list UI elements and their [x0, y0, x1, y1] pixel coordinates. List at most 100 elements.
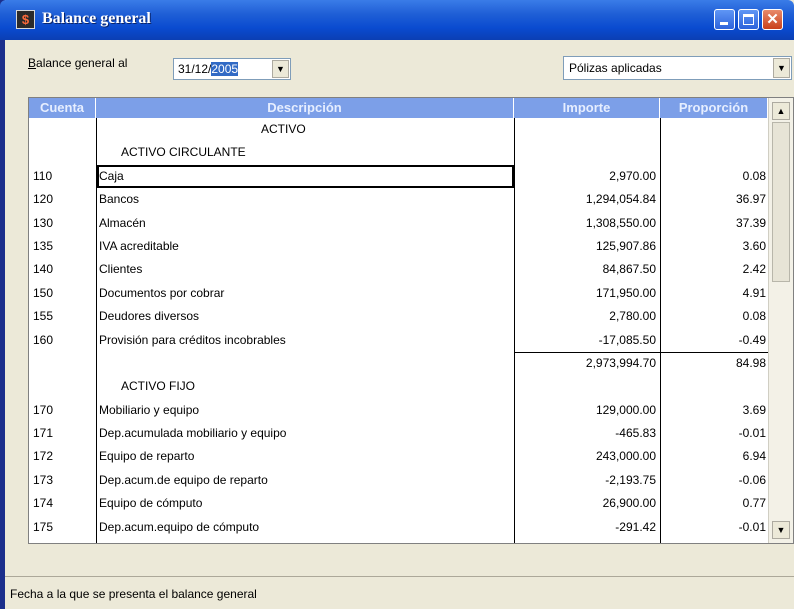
row-proporcion: -0.49 [738, 332, 766, 347]
selected-cell-focus[interactable] [97, 164, 514, 188]
date-year-selected: 2005 [211, 62, 239, 76]
polizas-select-value: Pólizas aplicadas [569, 61, 662, 75]
table-row[interactable]: 135 IVA acreditable 125,907.86 3.60 [29, 235, 768, 258]
table-row-heading[interactable]: ACTIVO FIJO [29, 375, 768, 398]
balance-date-label-mnemonic: B [28, 56, 37, 70]
row-importe: 2,780.00 [609, 309, 656, 324]
row-importe: 171,950.00 [595, 285, 656, 300]
row-cuenta: 175 [33, 519, 54, 534]
polizas-select[interactable]: Pólizas aplicadas ▼ [563, 56, 792, 80]
row-description: ACTIVO [261, 122, 306, 136]
row-proporcion: 3.69 [742, 402, 766, 417]
scroll-up-button[interactable]: ▲ [772, 102, 790, 120]
date-day-month: 31/12/ [178, 62, 212, 76]
row-description: Clientes [99, 262, 143, 277]
row-cuenta: 135 [33, 238, 54, 253]
window-title: Balance general [42, 10, 151, 27]
vertical-scrollbar[interactable]: ▲ ▼ [768, 98, 793, 543]
row-description: Dep.acum.de equipo de reparto [99, 472, 268, 487]
column-header-proporcion[interactable]: Proporción [660, 98, 768, 118]
row-proporcion: 0.77 [742, 496, 766, 511]
table-row[interactable]: 110 Caja 2,970.00 0.08 [29, 164, 768, 188]
table-row[interactable]: 172 Equipo de reparto 243,000.00 6.94 [29, 445, 768, 468]
row-cuenta: 174 [33, 496, 54, 511]
row-description: IVA acreditable [99, 238, 179, 253]
polizas-dropdown-button[interactable]: ▼ [773, 58, 790, 78]
column-header-importe[interactable]: Importe [514, 98, 660, 118]
minimize-icon [720, 22, 728, 25]
row-description: Dep.acumulada mobiliario y equipo [99, 426, 287, 441]
balance-date-label-text: alance general al [36, 56, 128, 70]
window-left-edge [0, 0, 5, 609]
title-bar[interactable]: $ Balance general ✕ [0, 0, 794, 40]
row-proporcion: 0.08 [742, 309, 766, 324]
minimize-button[interactable] [714, 9, 735, 30]
table-row[interactable]: 140 Clientes 84,867.50 2.42 [29, 258, 768, 281]
table-row[interactable]: 130 Almacén 1,308,550.00 37.39 [29, 212, 768, 235]
chevron-up-icon: ▲ [776, 106, 786, 116]
table-row[interactable]: 174 Equipo de cómputo 26,900.00 0.77 [29, 492, 768, 515]
row-importe: 125,907.86 [595, 238, 656, 253]
app-logo-icon[interactable]: $ [16, 10, 35, 29]
scroll-thumb[interactable] [772, 122, 790, 282]
balance-date-label: Balance general al [28, 56, 127, 70]
row-proporcion: 37.39 [735, 215, 766, 230]
row-description: ACTIVO CIRCULANTE [121, 145, 246, 160]
table-row[interactable]: 120 Bancos 1,294,054.84 36.97 [29, 188, 768, 211]
row-description: ACTIVO FIJO [121, 379, 196, 394]
table-row[interactable]: 160 Provisión para créditos incobrables … [29, 329, 768, 352]
row-description: Almacén [99, 215, 146, 230]
table-row-heading[interactable]: ACTIVO CIRCULANTE [29, 141, 768, 164]
row-description: Equipo de cómputo [99, 496, 203, 511]
row-importe: 26,900.00 [602, 496, 656, 511]
row-cuenta: 110 [33, 168, 53, 183]
close-icon: ✕ [766, 11, 779, 28]
table-row[interactable]: 175 Dep.acum.equipo de cómputo -291.42 -… [29, 516, 768, 539]
row-cuenta: 155 [33, 309, 54, 324]
status-bar: Fecha a la que se presenta el balance ge… [5, 576, 794, 609]
table-row[interactable]: 171 Dep.acumulada mobiliario y equipo -4… [29, 422, 768, 445]
row-importe: -2,193.75 [605, 472, 656, 487]
row-description: Mobiliario y equipo [99, 402, 200, 417]
balance-date-value[interactable]: 31/12/2005 [178, 62, 239, 76]
table-row[interactable]: 173 Dep.acum.de equipo de reparto -2,193… [29, 469, 768, 492]
row-description: Documentos por cobrar [99, 285, 225, 300]
row-description: Dep.acum.equipo de cómputo [99, 519, 260, 534]
maximize-icon [743, 14, 754, 25]
table-row[interactable]: 155 Deudores diversos 2,780.00 0.08 [29, 305, 768, 328]
row-cuenta: 171 [33, 426, 54, 441]
row-cuenta: 140 [33, 262, 54, 277]
row-proporcion: -0.01 [738, 519, 766, 534]
table-row[interactable]: 170 Mobiliario y equipo 129,000.00 3.69 [29, 399, 768, 422]
row-proporcion: 36.97 [735, 192, 766, 207]
table-row[interactable]: 150 Documentos por cobrar 171,950.00 4.9… [29, 282, 768, 305]
balance-date-picker[interactable]: 31/12/2005 ▼ [173, 58, 291, 80]
row-proporcion: -0.01 [738, 426, 766, 441]
row-proporcion: 6.94 [742, 449, 766, 464]
balance-window: $ Balance general ✕ Balance general al 3… [0, 0, 794, 609]
date-dropdown-button[interactable]: ▼ [272, 60, 289, 78]
table-row-subtotal[interactable]: 2,973,994.70 84.98 [29, 351, 768, 375]
subtotal-proporcion: 84.98 [735, 355, 766, 370]
row-cuenta: 160 [33, 332, 54, 347]
balance-grid[interactable]: Cuenta Descripción Importe Proporción AC… [28, 97, 794, 544]
row-description: Equipo de reparto [99, 449, 195, 464]
table-row-heading[interactable]: ACTIVO [29, 118, 768, 141]
row-importe: -17,085.50 [598, 332, 656, 347]
row-importe: 129,000.00 [595, 402, 656, 417]
row-importe: 1,294,054.84 [585, 192, 656, 207]
row-importe: -465.83 [615, 426, 656, 441]
row-proporcion: 4.91 [742, 285, 766, 300]
row-importe: -291.42 [615, 519, 656, 534]
close-button[interactable]: ✕ [762, 9, 783, 30]
maximize-button[interactable] [738, 9, 759, 30]
status-text: Fecha a la que se presenta el balance ge… [10, 587, 257, 601]
scroll-down-button[interactable]: ▼ [772, 521, 790, 539]
column-header-cuenta[interactable]: Cuenta [29, 98, 96, 118]
column-header-descripcion[interactable]: Descripción [96, 98, 514, 118]
chevron-down-icon: ▼ [276, 64, 285, 74]
row-proporcion: 2.42 [742, 262, 766, 277]
row-cuenta: 130 [33, 215, 54, 230]
row-description: Provisión para créditos incobrables [99, 332, 286, 347]
row-importe: 84,867.50 [602, 262, 656, 277]
